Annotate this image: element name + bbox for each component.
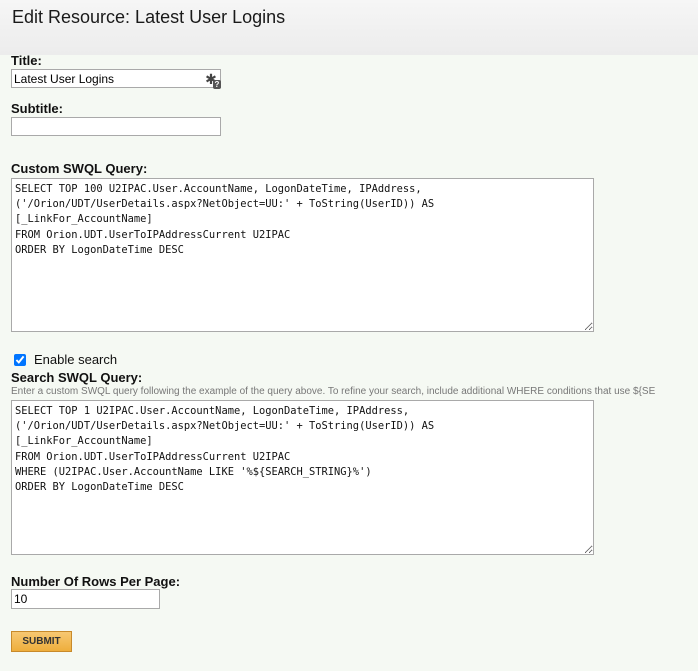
custom-query-label: Custom SWQL Query: bbox=[11, 161, 148, 176]
custom-query-textarea[interactable]: SELECT TOP 100 U2IPAC.User.AccountName, … bbox=[11, 178, 594, 332]
page-title: Edit Resource: Latest User Logins bbox=[12, 7, 286, 27]
enable-search-label: Enable search bbox=[34, 352, 118, 367]
subtitle-input[interactable] bbox=[11, 117, 221, 136]
title-input[interactable] bbox=[11, 69, 221, 88]
subtitle-label: Subtitle: bbox=[11, 101, 63, 116]
search-query-label: Search SWQL Query: bbox=[11, 370, 143, 385]
submit-button[interactable]: SUBMIT bbox=[11, 631, 72, 652]
rows-per-page-label: Number Of Rows Per Page: bbox=[11, 574, 181, 589]
search-query-textarea[interactable]: SELECT TOP 1 U2IPAC.User.AccountName, Lo… bbox=[11, 400, 594, 555]
enable-search-checkbox[interactable] bbox=[14, 353, 26, 366]
search-query-hint: Enter a custom SWQL query following the … bbox=[11, 386, 656, 397]
rows-per-page-input[interactable] bbox=[11, 589, 160, 609]
page-header: Edit Resource: Latest User Logins bbox=[0, 0, 698, 55]
macro-wand-icon[interactable]: ✱? bbox=[203, 71, 221, 89]
enable-search-row[interactable]: Enable search bbox=[14, 352, 117, 367]
title-label: Title: bbox=[11, 53, 42, 68]
